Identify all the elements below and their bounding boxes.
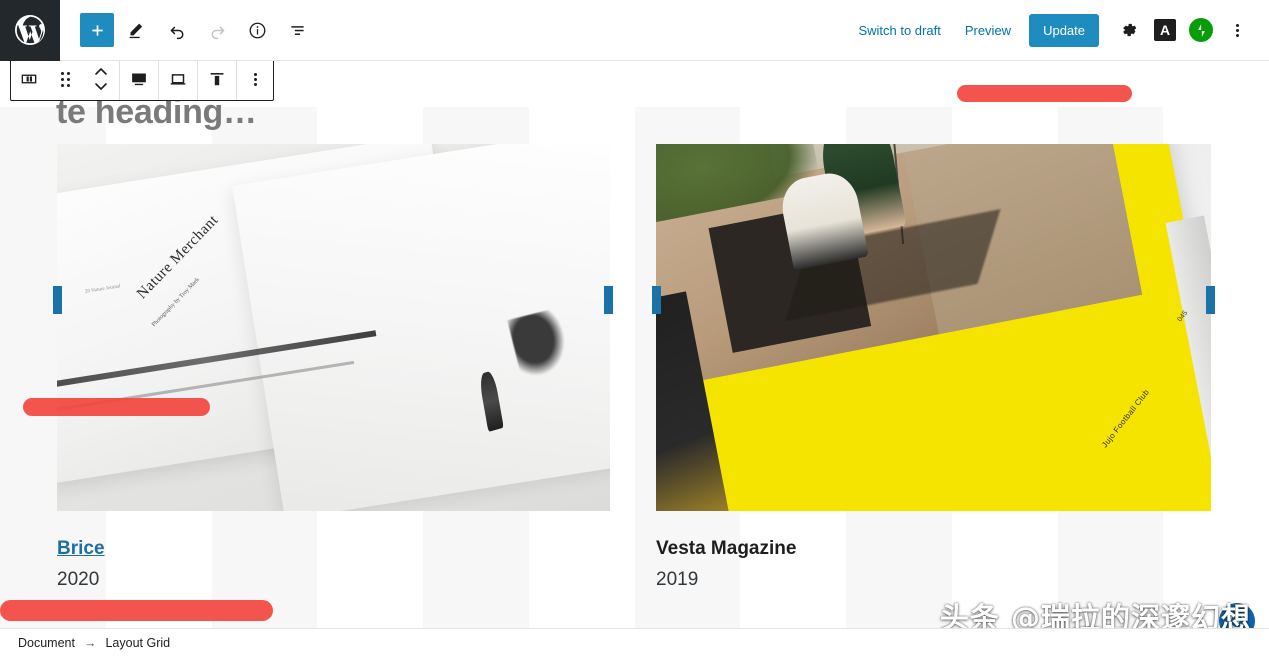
- tablet-view-button[interactable]: [159, 61, 197, 100]
- layout-grid-icon: [21, 74, 37, 84]
- book-photo-left-art: 20 Nature Journal Nature Merchant Photog…: [57, 144, 610, 511]
- block-toolbar: [10, 61, 274, 101]
- annotation-stroke-left-middle: [23, 398, 210, 416]
- jetpack-bolt-icon: [1189, 18, 1213, 42]
- update-button[interactable]: Update: [1029, 13, 1099, 47]
- plus-icon: [91, 24, 103, 36]
- breadcrumb-document[interactable]: Document: [18, 636, 75, 650]
- settings-button[interactable]: [1111, 12, 1147, 48]
- block-toolbar-group-options: [237, 61, 273, 100]
- breadcrumb-arrow-icon: →: [83, 636, 97, 650]
- desktop-view-icon: [132, 73, 146, 86]
- grid-column-left[interactable]: 20 Nature Journal Nature Merchant Photog…: [57, 144, 610, 591]
- yoast-seo-button[interactable]: A: [1147, 12, 1183, 48]
- gear-icon: [1123, 23, 1137, 37]
- annotation-stroke-top-right: [957, 85, 1132, 102]
- layout-grid-block-button[interactable]: [11, 61, 47, 100]
- book-photo-right-art: 045 Jujo Football Club: [656, 144, 1211, 511]
- drag-block-handle[interactable]: [47, 61, 83, 100]
- drag-handle-icon: [60, 71, 70, 87]
- jetpack-bolt-glyph: [1197, 23, 1205, 37]
- block-toolbar-group-block: [11, 61, 120, 100]
- vertical-ellipsis-icon: [1235, 23, 1239, 37]
- caption-title-left: Brice: [57, 538, 610, 561]
- editor-top-bar: Switch to draft Preview Update A: [0, 0, 1269, 61]
- info-circle-icon: [249, 22, 265, 38]
- redo-button[interactable]: [200, 13, 234, 47]
- mobile-view-button[interactable]: [198, 61, 236, 100]
- block-toolbar-group-mobile: [198, 61, 237, 100]
- redo-arrow-icon: [211, 26, 224, 39]
- tablet-view-icon: [170, 74, 186, 85]
- media-image-left[interactable]: 20 Nature Journal Nature Merchant Photog…: [57, 144, 610, 511]
- desktop-view-button[interactable]: [120, 61, 158, 100]
- column-resize-handle-right-start[interactable]: [652, 286, 661, 314]
- caption-link-brice[interactable]: Brice: [57, 538, 105, 559]
- top-bar-right-tools: Switch to draft Preview Update A: [846, 12, 1269, 48]
- caption-text-vesta: Vesta Magazine: [656, 538, 797, 559]
- breadcrumb-layout-grid[interactable]: Layout Grid: [105, 636, 170, 650]
- document-info-button[interactable]: [240, 13, 274, 47]
- preview-button[interactable]: Preview: [953, 17, 1023, 44]
- editor-status-bar: Document → Layout Grid: [0, 628, 1269, 657]
- yoast-badge-letter: A: [1154, 19, 1176, 41]
- media-image-right[interactable]: 045 Jujo Football Club: [656, 144, 1211, 511]
- vertical-ellipsis-icon: [253, 72, 257, 86]
- undo-arrow-icon: [170, 26, 183, 39]
- block-toolbar-group-desktop: [120, 61, 159, 100]
- caption-year-right: 2019: [656, 568, 699, 590]
- caption-title-right: Vesta Magazine: [656, 538, 1211, 561]
- annotation-stroke-bottom-left: [0, 600, 273, 621]
- list-view-button[interactable]: [280, 13, 314, 47]
- column-resize-handle-left-start[interactable]: [53, 286, 62, 314]
- top-bar-left-tools: [60, 13, 314, 47]
- wordpress-block-editor: Switch to draft Preview Update A te head…: [0, 0, 1269, 657]
- wordpress-logo-glyph: [15, 15, 45, 45]
- column-resize-handle-right-end[interactable]: [1206, 286, 1215, 314]
- grid-column-right[interactable]: 045 Jujo Football Club Vesta Magazine 20…: [656, 144, 1211, 591]
- jetpack-button[interactable]: [1183, 12, 1219, 48]
- more-options-button[interactable]: [1219, 12, 1255, 48]
- move-block-up-down-button[interactable]: [83, 61, 119, 100]
- add-block-button[interactable]: [80, 13, 114, 47]
- editor-canvas: te heading… 20 Nature Journal Nature Mer…: [0, 61, 1269, 628]
- list-view-icon: [290, 25, 304, 35]
- block-options-button[interactable]: [237, 61, 273, 100]
- move-up-down-icon: [95, 68, 107, 90]
- column-resize-handle-left-end[interactable]: [604, 286, 613, 314]
- pencil-icon: [129, 23, 142, 38]
- switch-to-draft-button[interactable]: Switch to draft: [846, 17, 952, 44]
- caption-year-left: 2020: [57, 568, 100, 590]
- edit-mode-button[interactable]: [120, 13, 154, 47]
- block-toolbar-group-tablet: [159, 61, 198, 100]
- undo-button[interactable]: [160, 13, 194, 47]
- mobile-view-icon: [210, 73, 224, 86]
- wordpress-logo-icon[interactable]: [0, 0, 60, 61]
